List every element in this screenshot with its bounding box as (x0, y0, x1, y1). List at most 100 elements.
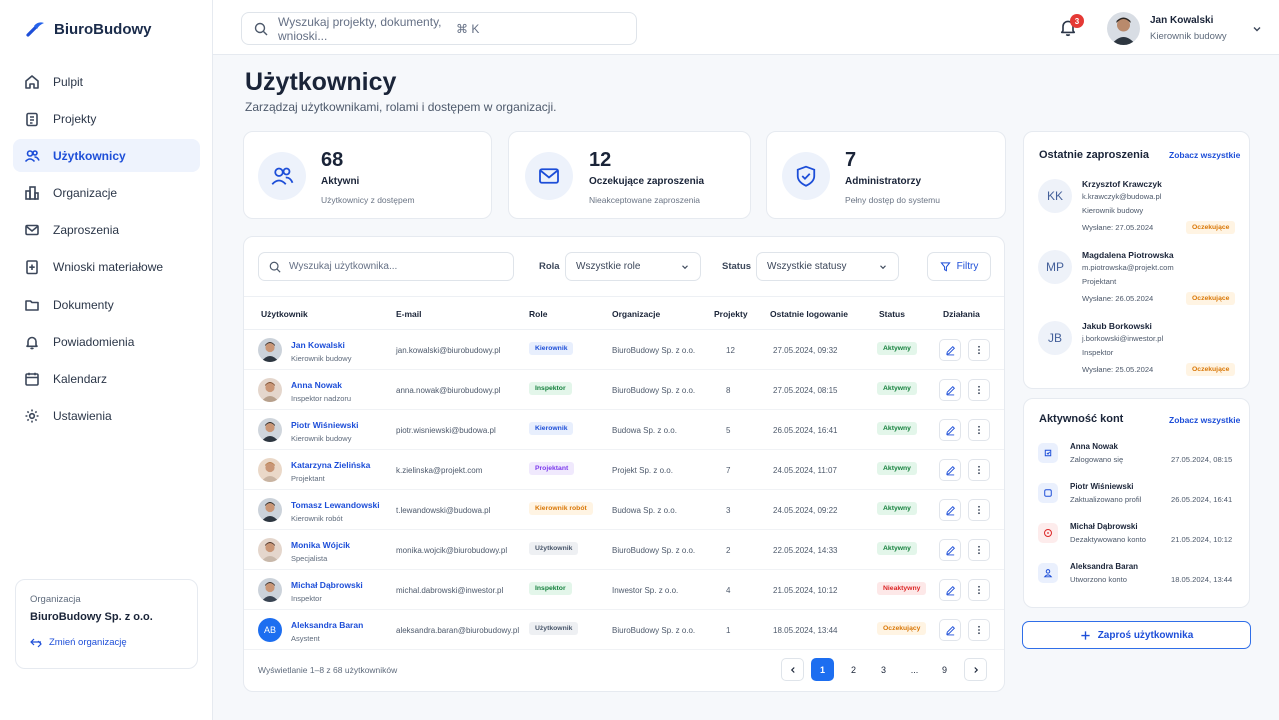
more-options-button[interactable] (968, 419, 990, 441)
pagination-page-9[interactable]: 9 (933, 658, 956, 681)
status-filter-select[interactable]: Wszystkie statusy (756, 252, 899, 281)
edit-button[interactable] (939, 499, 961, 521)
activity-item[interactable]: Michał Dąbrowski Dezaktywowano konto 21.… (1038, 521, 1238, 551)
column-header[interactable]: Status (879, 309, 905, 319)
activity-time: 21.05.2024, 10:12 (1171, 535, 1233, 544)
sidebar-item-dokumenty[interactable]: Dokumenty (13, 288, 200, 321)
activity-item[interactable]: Aleksandra Baran Utworzono konto 18.05.2… (1038, 561, 1238, 591)
more-options-button[interactable] (968, 579, 990, 601)
activity-see-all-link[interactable]: Zobacz wszystkie (1169, 415, 1240, 425)
sidebar-item-projekty[interactable]: Projekty (13, 102, 200, 135)
user-name[interactable]: Katarzyna Zielińska (291, 460, 370, 470)
user-name[interactable]: Piotr Wiśniewski (291, 420, 358, 430)
user-email: jan.kowalski@biurobudowy.pl (396, 346, 501, 355)
table-row[interactable]: Katarzyna Zielińska Projektant k.zielins… (244, 450, 1004, 490)
pagination-prev-button[interactable] (781, 658, 804, 681)
edit-profile-icon (1038, 483, 1058, 503)
sidebar-item-pulpit[interactable]: Pulpit (13, 65, 200, 98)
user-menu[interactable]: Jan Kowalski Kierownik budowy (1107, 12, 1263, 45)
user-name[interactable]: Jan Kowalski (291, 340, 351, 350)
table-row[interactable]: AB Aleksandra Baran Asystent aleksandra.… (244, 610, 1004, 650)
more-options-button[interactable] (968, 459, 990, 481)
sidebar-item-zaproszenia[interactable]: Zaproszenia (13, 214, 200, 247)
table-row[interactable]: Jan Kowalski Kierownik budowy jan.kowals… (244, 330, 1004, 370)
user-projects: 4 (726, 586, 731, 595)
column-header[interactable]: Role (529, 309, 547, 319)
column-header[interactable]: E-mail (396, 309, 422, 319)
sidebar-item-kalendarz[interactable]: Kalendarz (13, 363, 200, 396)
avatar (258, 418, 282, 442)
invite-item[interactable]: KK Krzysztof Krawczyk k.krawczyk@budowa.… (1038, 179, 1238, 234)
pencil-icon (945, 545, 955, 555)
change-organization-link[interactable]: Zmień organizację (30, 637, 183, 648)
table-row[interactable]: Anna Nowak Inspektor nadzoru anna.nowak@… (244, 370, 1004, 410)
more-options-button[interactable] (968, 379, 990, 401)
edit-button[interactable] (939, 619, 961, 641)
filter-icon (940, 262, 951, 272)
sidebar-item-organizacje[interactable]: Organizacje (13, 177, 200, 210)
user-photo-icon (261, 462, 279, 482)
switch-icon (30, 638, 42, 647)
chevron-left-icon (790, 666, 795, 673)
organization-name: BiuroBudowy Sp. z o.o. (30, 611, 153, 623)
logo[interactable]: BiuroBudowy (26, 20, 152, 38)
more-options-button[interactable] (968, 499, 990, 521)
invite-name: Magdalena Piotrowska (1082, 250, 1174, 260)
status-badge: Oczekujący (877, 622, 927, 635)
more-options-button[interactable] (968, 539, 990, 561)
edit-button[interactable] (939, 459, 961, 481)
pagination-next-button[interactable] (964, 658, 987, 681)
gear-icon (25, 409, 39, 423)
more-options-button[interactable] (968, 619, 990, 641)
column-header[interactable]: Projekty (714, 309, 748, 319)
user-name[interactable]: Aleksandra Baran (291, 620, 363, 630)
user-photo-icon (261, 382, 279, 402)
pagination-page-1[interactable]: 1 (811, 658, 834, 681)
user-name[interactable]: Monika Wójcik (291, 540, 350, 550)
table-row[interactable]: Piotr Wiśniewski Kierownik budowy piotr.… (244, 410, 1004, 450)
edit-button[interactable] (939, 339, 961, 361)
edit-button[interactable] (939, 379, 961, 401)
column-header[interactable]: Organizacje (612, 309, 660, 319)
user-email: anna.nowak@biurobudowy.pl (396, 386, 501, 395)
column-header[interactable]: Ostatnie logowanie (770, 309, 848, 319)
edit-button[interactable] (939, 419, 961, 441)
table-row[interactable]: Michał Dąbrowski Inspektor michal.dabrow… (244, 570, 1004, 610)
stat-value: 68 (321, 149, 344, 171)
invite-user-button[interactable]: Zaproś użytkownika (1022, 621, 1251, 649)
sidebar-item-ustawienia[interactable]: Ustawienia (13, 400, 200, 433)
role-badge: Projektant (529, 462, 575, 475)
pagination-page-3[interactable]: 3 (872, 658, 895, 681)
activity-item[interactable]: Piotr Wiśniewski Zaktualizowano profil 2… (1038, 481, 1238, 511)
column-header[interactable]: Użytkownik (261, 309, 308, 319)
search-shortcut: ⌘ K (456, 21, 480, 36)
invite-item[interactable]: MP Magdalena Piotrowska m.piotrowska@pro… (1038, 250, 1238, 305)
table-row[interactable]: Tomasz Lewandowski Kierownik robót t.lew… (244, 490, 1004, 530)
invite-item[interactable]: JB Jakub Borkowski j.borkowski@inwestor.… (1038, 321, 1238, 376)
table-row[interactable]: Monika Wójcik Specjalista monika.wojcik@… (244, 530, 1004, 570)
role-filter-select[interactable]: Wszystkie role (565, 252, 701, 281)
activity-item[interactable]: Anna Nowak Zalogowano się 27.05.2024, 08… (1038, 441, 1238, 471)
global-search-input[interactable]: Wyszukaj projekty, dokumenty, wnioski...… (241, 12, 637, 45)
sidebar-item-uzytkownicy[interactable]: Użytkownicy (13, 139, 200, 173)
edit-button[interactable] (939, 579, 961, 601)
pagination-page-2[interactable]: 2 (842, 658, 865, 681)
status-filter-value: Wszystkie statusy (767, 261, 847, 272)
user-organization: BiuroBudowy Sp. z o.o. (612, 626, 696, 635)
sidebar-item-wnioski[interactable]: Wnioski materiałowe (13, 251, 200, 284)
sidebar-item-powiadomienia[interactable]: Powiadomienia (13, 325, 200, 358)
logo-icon (26, 22, 44, 37)
user-cell: Tomasz Lewandowski Kierownik robót (291, 500, 380, 523)
more-options-button[interactable] (968, 339, 990, 361)
filters-button[interactable]: Filtry (927, 252, 991, 281)
user-name[interactable]: Michał Dąbrowski (291, 580, 363, 590)
invites-see-all-link[interactable]: Zobacz wszystkie (1169, 150, 1240, 160)
user-name[interactable]: Anna Nowak (291, 380, 351, 390)
user-name[interactable]: Tomasz Lewandowski (291, 500, 380, 510)
status-badge: Aktywny (877, 502, 917, 515)
user-search-input[interactable]: Wyszukaj użytkownika... (258, 252, 514, 281)
stat-label: Administratorzy (845, 176, 922, 187)
edit-button[interactable] (939, 539, 961, 561)
bell-icon (26, 336, 38, 350)
user-cell: Monika Wójcik Specjalista (291, 540, 350, 563)
